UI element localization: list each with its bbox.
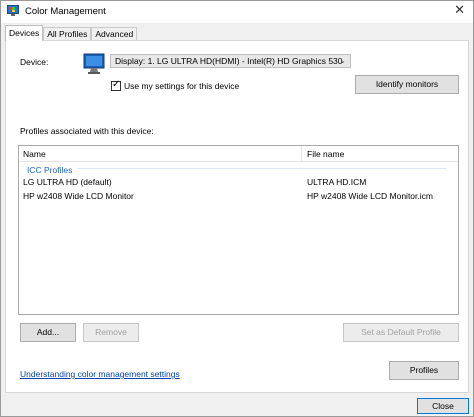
close-icon[interactable]: ✕ xyxy=(454,3,465,18)
tab-all-profiles[interactable]: All Profiles xyxy=(43,27,92,41)
understanding-color-management-link[interactable]: Understanding color management settings xyxy=(20,369,180,379)
close-button[interactable]: Close xyxy=(417,398,469,414)
profiles-button[interactable]: Profiles xyxy=(389,361,459,380)
profile-file-name: ULTRA HD.ICM xyxy=(307,177,367,187)
add-button[interactable]: Add... xyxy=(20,323,76,342)
profile-file-name: HP w2408 Wide LCD Monitor.icm xyxy=(307,191,433,201)
group-divider xyxy=(77,168,447,169)
table-row[interactable]: LG ULTRA HD (default) ULTRA HD.ICM xyxy=(19,175,458,187)
profile-name: HP w2408 Wide LCD Monitor xyxy=(23,191,134,201)
column-separator xyxy=(301,146,302,162)
identify-monitors-button[interactable]: Identify monitors xyxy=(355,75,459,94)
devices-panel: Device: Display: 1. LG ULTRA HD(HDMI) - … xyxy=(5,40,469,393)
remove-button[interactable]: Remove xyxy=(83,323,139,342)
monitor-icon xyxy=(83,53,105,74)
tab-advanced[interactable]: Advanced xyxy=(91,27,138,41)
profiles-list[interactable]: Name File name ICC Profiles LG ULTRA HD … xyxy=(18,145,459,315)
profile-name: LG ULTRA HD (default) xyxy=(23,177,112,187)
group-label-icc-profiles: ICC Profiles xyxy=(27,165,73,175)
tab-strip: Devices All Profiles Advanced xyxy=(5,25,138,41)
device-select-value: Display: 1. LG ULTRA HD(HDMI) - Intel(R)… xyxy=(115,56,343,66)
use-my-settings-checkbox[interactable]: ✓ xyxy=(111,79,121,91)
device-select[interactable]: Display: 1. LG ULTRA HD(HDMI) - Intel(R)… xyxy=(110,54,351,68)
device-label: Device: xyxy=(20,57,49,67)
profiles-heading: Profiles associated with this device: xyxy=(20,126,154,136)
set-default-profile-button[interactable]: Set as Default Profile xyxy=(343,323,459,342)
checkmark-icon: ✓ xyxy=(112,79,121,90)
title-bar: Color Management ✕ xyxy=(1,1,473,23)
window-title: Color Management xyxy=(25,6,106,17)
column-header-file-name[interactable]: File name xyxy=(307,149,344,159)
chevron-down-icon: ⌄ xyxy=(339,56,346,65)
use-my-settings-label: Use my settings for this device xyxy=(124,81,240,91)
table-row[interactable]: HP w2408 Wide LCD Monitor HP w2408 Wide … xyxy=(19,189,458,201)
column-header-name[interactable]: Name xyxy=(23,149,46,159)
list-header: Name File name xyxy=(19,146,458,162)
color-management-window: Color Management ✕ Devices All Profiles … xyxy=(0,0,474,417)
tab-devices[interactable]: Devices xyxy=(5,25,44,41)
color-management-icon xyxy=(7,5,19,16)
